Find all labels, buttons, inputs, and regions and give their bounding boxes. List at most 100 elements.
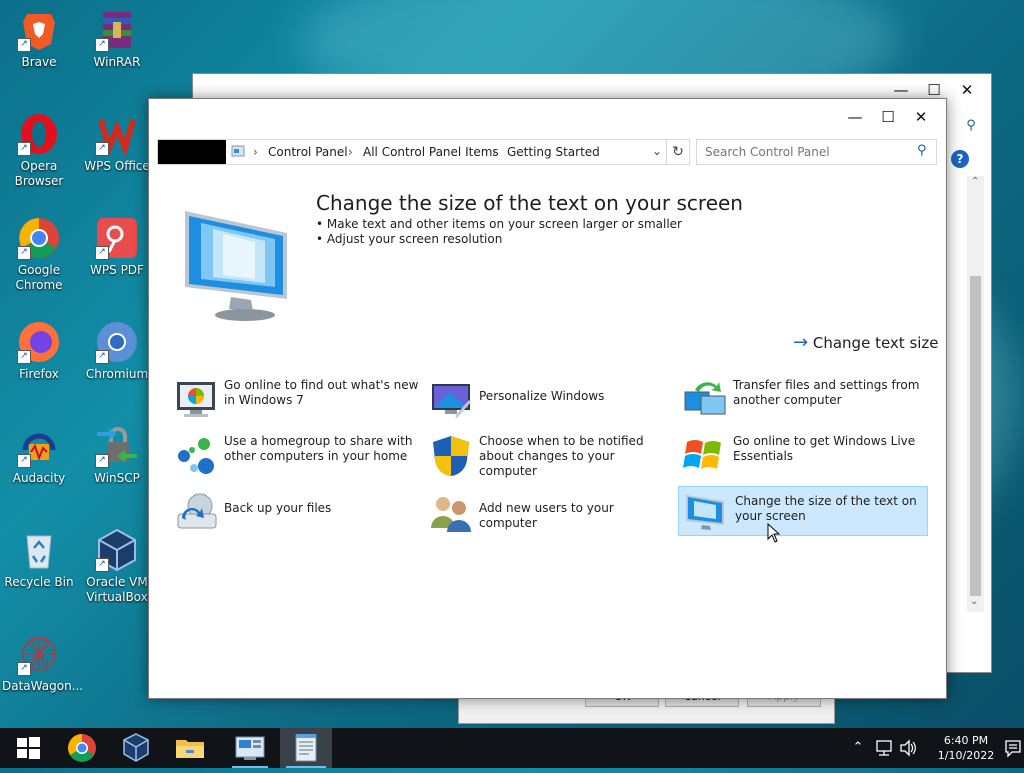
back-minimize-button[interactable]: —	[886, 80, 916, 100]
chrome-icon: ↗	[17, 216, 61, 260]
task-label: Go online to find out what's new in Wind…	[224, 378, 419, 407]
show-hidden-icons-chevron-up-icon[interactable]: ⌃	[850, 728, 866, 768]
wps-office-icon: ↗	[95, 112, 139, 158]
opera-icon: ↗	[17, 112, 61, 156]
homegroup-icon	[174, 434, 218, 478]
redacted-navigation	[158, 140, 226, 164]
uac-shield-icon	[429, 434, 473, 478]
desktop-icon-firefox[interactable]: ↗ Firefox	[2, 320, 76, 382]
taskbar-virtualbox[interactable]	[112, 728, 160, 768]
minimize-button[interactable]: —	[840, 107, 870, 127]
scrollbar-thumb[interactable]	[970, 276, 981, 596]
desktop-icon-virtualbox[interactable]: ↗ Oracle VM VirtualBox	[80, 528, 154, 605]
chromium-icon: ↗	[95, 320, 139, 364]
desktop-icon-brave[interactable]: ↗ Brave	[2, 8, 76, 70]
address-bar[interactable]: › Control Panel › All Control Panel Item…	[157, 139, 690, 165]
file-explorer-icon	[176, 740, 204, 758]
scroll-down-arrow-icon[interactable]: ⌄	[970, 596, 978, 607]
refresh-icon[interactable]: ↻	[666, 140, 689, 164]
notepad-icon	[295, 734, 317, 762]
notification-center-icon[interactable]	[1004, 728, 1022, 768]
desktop-icon-label: WinRAR	[93, 55, 141, 69]
chevron-down-icon[interactable]: ⌄	[652, 144, 662, 158]
backup-icon	[174, 490, 218, 534]
maximize-button[interactable]: ☐	[873, 107, 903, 127]
taskbar: ⌃ 6:40 PM 1/10/2022	[0, 728, 1024, 768]
taskbar-file-explorer[interactable]	[166, 728, 214, 768]
search-input[interactable]	[703, 143, 907, 161]
task-label: Add new users to your computer	[479, 501, 614, 530]
desktop-icon-winrar[interactable]: ↗ WinRAR	[80, 8, 154, 70]
task-change-text-size[interactable]: Change the size of the text on your scre…	[678, 486, 928, 536]
back-maximize-button[interactable]: ☐	[919, 80, 949, 100]
breadcrumb-separator: ›	[348, 145, 353, 159]
desktop-icon-label: Oracle VM VirtualBox	[86, 575, 148, 604]
breadcrumb-all-items[interactable]: All Control Panel Items	[363, 145, 499, 159]
task-transfer[interactable]: Transfer files and settings from another…	[683, 374, 933, 426]
volume-icon[interactable]	[898, 728, 918, 768]
brave-icon: ↗	[17, 8, 61, 52]
task-backup[interactable]: Back up your files	[174, 486, 424, 538]
task-homegroup[interactable]: Use a homegroup to share with other comp…	[174, 430, 424, 482]
task-label: Change the size of the text on your scre…	[735, 494, 917, 523]
back-window-scrollbar[interactable]: ⌃ ⌄	[967, 176, 984, 612]
search-box[interactable]: ⚲	[696, 139, 937, 165]
breadcrumb-separator: ›	[492, 145, 497, 159]
desktop-icon-audacity[interactable]: ↗ Audacity	[2, 424, 76, 486]
desktop-icon-datawagon[interactable]: ↗ DataWagon...	[2, 632, 84, 694]
task-whats-new[interactable]: Go online to find out what's new in Wind…	[174, 374, 424, 426]
desktop-icon-wps-pdf[interactable]: ↗ WPS PDF	[80, 216, 154, 278]
desktop-icon-label: Chromium	[85, 367, 149, 381]
close-button[interactable]: ✕	[906, 107, 936, 127]
audacity-icon: ↗	[17, 424, 61, 468]
task-label: Go online to get Windows Live Essentials	[733, 434, 916, 463]
change-text-size-link[interactable]: → Change text size	[793, 332, 939, 353]
desktop-icon-label: Opera Browser	[14, 159, 64, 188]
users-icon	[429, 490, 473, 534]
desktop-icon-chromium[interactable]: ↗ Chromium	[80, 320, 154, 382]
desktop-icon-chrome[interactable]: ↗ Google Chrome	[2, 216, 76, 293]
desktop-icon-recycle-bin[interactable]: Recycle Bin	[2, 528, 76, 590]
control-panel-icon	[231, 144, 245, 158]
help-icon[interactable]: ?	[951, 150, 969, 168]
hero-bullet-text: Make text and other items on your screen…	[326, 217, 682, 231]
back-close-button[interactable]: ✕	[952, 80, 982, 100]
breadcrumb-control-panel[interactable]: Control Panel	[268, 145, 348, 159]
desktop-icon-label: Firefox	[19, 367, 59, 381]
start-icon	[17, 737, 40, 759]
control-panel-icon	[235, 736, 265, 760]
title-bar[interactable]: — ☐ ✕	[149, 99, 946, 135]
monitor-illustration-icon	[179, 207, 295, 325]
task-windows-live[interactable]: Go online to get Windows Live Essentials	[683, 430, 933, 482]
hero-bullet: • Make text and other items on your scre…	[316, 217, 682, 231]
hero-bullet: • Adjust your screen resolution	[316, 232, 503, 246]
search-icon[interactable]: ⚲	[917, 143, 927, 158]
clock-time: 6:40 PM	[943, 734, 989, 747]
desktop-icon-label: DataWagon...	[2, 679, 84, 693]
desktop-icon-label: Recycle Bin	[4, 575, 74, 589]
network-icon[interactable]	[874, 728, 894, 768]
taskbar-notepad[interactable]	[280, 728, 332, 768]
desktop-icon-opera[interactable]: ↗ Opera Browser	[2, 112, 76, 189]
change-text-size-label: Change text size	[812, 334, 939, 352]
back-search-icon[interactable]: ⚲	[961, 118, 981, 136]
start-button[interactable]	[4, 728, 52, 768]
breadcrumb-getting-started[interactable]: Getting Started	[507, 145, 600, 159]
virtualbox-icon: ↗	[95, 528, 139, 572]
winscp-icon: ↗	[95, 424, 139, 468]
clock[interactable]: 6:40 PM 1/10/2022	[926, 728, 1006, 773]
task-add-users[interactable]: Add new users to your computer	[429, 486, 679, 538]
desktop-icon-label: WinSCP	[94, 471, 140, 485]
taskbar-chrome[interactable]	[58, 728, 106, 768]
task-personalize[interactable]: Personalize Windows	[429, 374, 679, 426]
personalize-icon	[429, 378, 473, 422]
task-label: Transfer files and settings from another…	[733, 378, 920, 407]
desktop-icon-wps-office[interactable]: ↗ WPS Office	[80, 112, 154, 174]
task-notifications[interactable]: Choose when to be notified about changes…	[429, 430, 679, 482]
datawagon-icon: ↗	[17, 632, 61, 676]
scroll-up-arrow-icon[interactable]: ⌃	[971, 176, 979, 187]
taskbar-control-panel[interactable]	[226, 728, 274, 768]
desktop-icon-winscp[interactable]: ↗ WinSCP	[80, 424, 154, 486]
page-title: Change the size of the text on your scre…	[316, 191, 743, 215]
breadcrumb-separator: ›	[253, 145, 258, 159]
